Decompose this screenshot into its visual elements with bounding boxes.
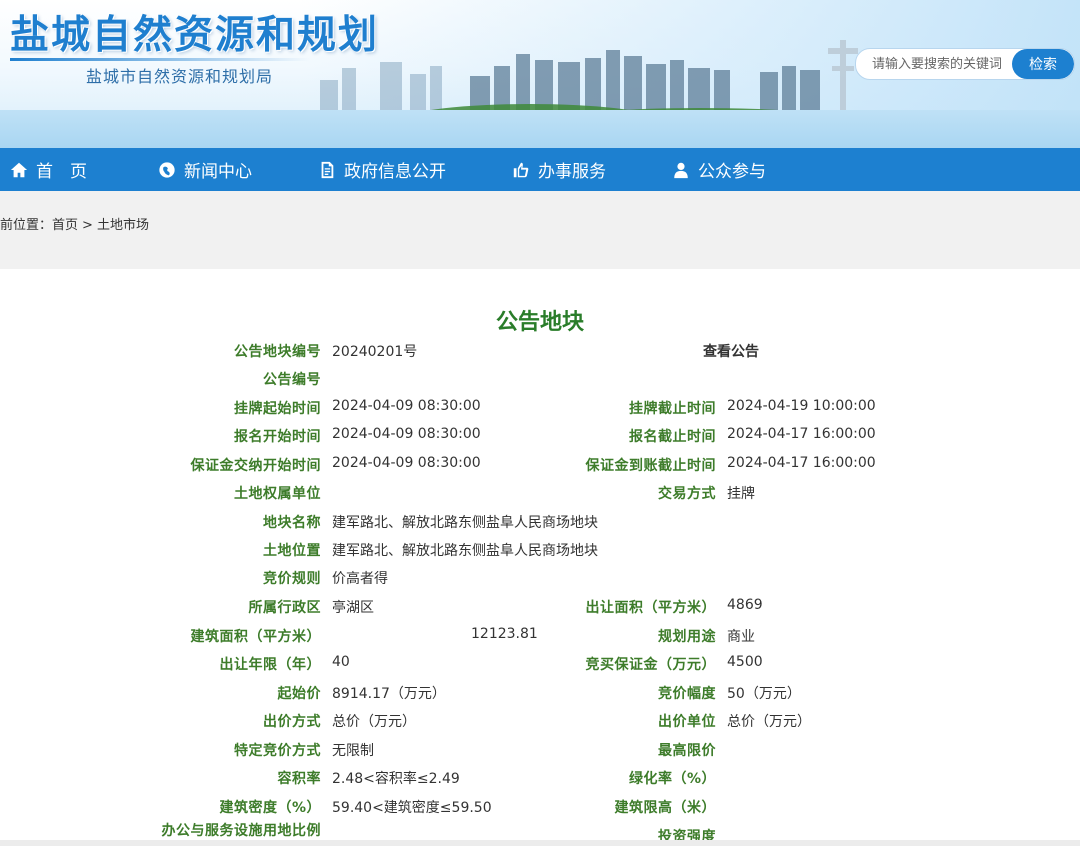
- nav-item-news[interactable]: 新闻中心: [158, 148, 252, 191]
- breadcrumb-current-link[interactable]: 土地市场: [97, 218, 149, 233]
- nav-item-gov-info[interactable]: 政府信息公开: [318, 148, 446, 191]
- site-title: 盐城自然资源和规划: [10, 13, 380, 58]
- nav-item-services[interactable]: 办事服务: [512, 148, 606, 191]
- breadcrumb-home-link[interactable]: 首页: [52, 218, 78, 233]
- nav-item-public[interactable]: 公众参与: [672, 148, 766, 191]
- home-icon: [10, 162, 28, 177]
- field-value: 2024-04-19 10:00:00: [727, 398, 876, 414]
- search-box: 检索: [855, 48, 1075, 80]
- user-icon: [674, 162, 688, 178]
- notice-title: 公告地块: [495, 310, 584, 335]
- globe-icon: [159, 161, 175, 178]
- field-label: 竞买保证金（万元）: [585, 657, 716, 673]
- field-value: 20240201号: [332, 344, 418, 360]
- field-label: 公告地块编号: [234, 344, 321, 360]
- field-value: 4869: [727, 597, 763, 613]
- site-subtitle: 盐城市自然资源和规划局: [86, 67, 274, 86]
- document-icon: [321, 161, 334, 178]
- field-value: 50（万元）: [727, 686, 801, 702]
- view-announcement-link[interactable]: 查看公告: [703, 341, 759, 361]
- field-label: 出让面积（平方米）: [585, 600, 716, 616]
- field-value: 商业: [727, 629, 755, 645]
- title-underline: [10, 58, 310, 61]
- nav-item-home[interactable]: 首 页: [10, 148, 87, 191]
- nav-item-label: 首 页: [36, 162, 87, 182]
- nav-item-label: 办事服务: [538, 162, 606, 182]
- breadcrumb-separator: >: [82, 218, 93, 233]
- field-label: 公告编号: [263, 372, 321, 388]
- nav-item-label: 政府信息公开: [344, 162, 446, 182]
- field-value: 4500: [727, 654, 763, 670]
- field-label: 交易方式: [658, 486, 716, 502]
- field-value: 2024-04-17 16:00:00: [727, 426, 876, 442]
- field-label: 竞价幅度: [658, 686, 716, 702]
- field-value: 建军路北、解放北路东侧盐阜人民商场地块: [332, 543, 598, 559]
- field-label: 土地位置: [263, 543, 321, 559]
- field-label: 报名截止时间: [629, 429, 716, 445]
- banner-water: [0, 110, 1080, 148]
- breadcrumb: 前位置：首页 > 土地市场: [0, 214, 149, 233]
- field-label: 竞价规则: [263, 571, 321, 587]
- nav-item-label: 公众参与: [698, 162, 766, 182]
- field-value: 价高者得: [332, 571, 388, 587]
- thumbs-up-icon: [513, 162, 529, 177]
- breadcrumb-prefix: 前位置：: [0, 218, 53, 233]
- field-label: 规划用途: [658, 629, 716, 645]
- page-bottom-edge: [0, 840, 1080, 846]
- main-nav: 首 页 新闻中心 政府信息公开 办事服务 公众参与: [0, 148, 1080, 191]
- field-label: 挂牌截止时间: [629, 401, 716, 417]
- field-value: 2024-04-17 16:00:00: [727, 455, 876, 471]
- field-label: 绿化率（%）: [628, 771, 716, 787]
- field-value: 挂牌: [727, 486, 755, 502]
- field-label: 保证金到账截止时间: [585, 458, 716, 474]
- field-value: 建军路北、解放北路东侧盐阜人民商场地块: [332, 515, 598, 531]
- breadcrumb-strip: [0, 191, 1080, 269]
- field-label: 出价单位: [658, 714, 716, 730]
- search-input[interactable]: [856, 49, 1016, 79]
- field-value: 总价（万元）: [727, 714, 811, 730]
- field-label: 建筑限高（米）: [614, 800, 716, 816]
- field-label: 地块名称: [263, 515, 321, 531]
- header-banner: 盐城自然资源和规划 盐城市自然资源和规划局 检索: [0, 0, 1080, 148]
- nav-item-label: 新闻中心: [184, 162, 252, 182]
- field-label: 最高限价: [658, 743, 716, 759]
- search-button[interactable]: 检索: [1012, 49, 1074, 79]
